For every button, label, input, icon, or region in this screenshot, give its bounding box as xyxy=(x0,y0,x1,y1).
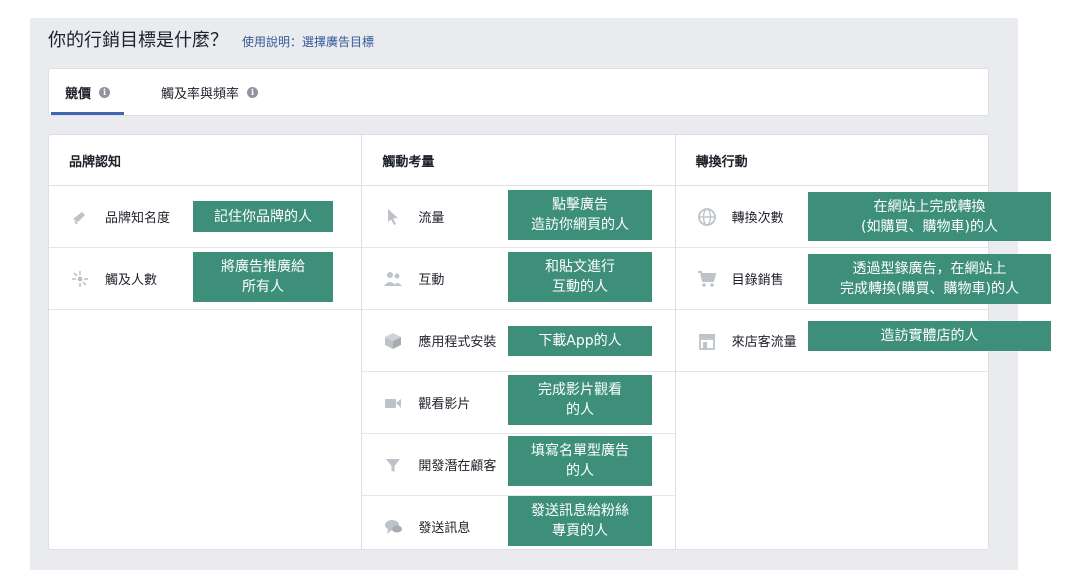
objective-label: 開發潛在顧客 xyxy=(418,459,497,474)
objective-label: 來店客流量 xyxy=(731,335,797,350)
column-awareness: 品牌認知 品牌知名度 觸及人數 xyxy=(49,135,362,549)
annotation-text: 和貼文進行 互動的人 xyxy=(545,259,615,295)
page-title: 你的行銷目標是什麼？ xyxy=(48,30,228,51)
objective-label: 流量 xyxy=(418,211,445,226)
store-icon xyxy=(696,330,718,352)
annotation-text: 將廣告推廣給 所有人 xyxy=(221,259,305,295)
annotation-text: 發送訊息給粉絲 專頁的人 xyxy=(531,503,629,539)
annotation-catalog-sales: 透過型錄廣告，在網站上 完成轉換(購買、購物車)的人 xyxy=(808,254,1051,304)
cart-icon xyxy=(696,268,718,290)
objective-label: 目錄銷售 xyxy=(731,273,784,288)
info-icon[interactable]: i xyxy=(247,86,259,98)
annotation-engagement: 和貼文進行 互動的人 xyxy=(508,252,652,302)
info-icon[interactable]: i xyxy=(99,86,111,98)
annotation-text: 在網站上完成轉換 (如購買、購物車)的人 xyxy=(861,198,998,235)
column-title: 觸動考量 xyxy=(362,135,675,186)
annotation-reach: 將廣告推廣給 所有人 xyxy=(193,252,333,302)
annotation-text: 完成影片觀看 的人 xyxy=(538,382,622,418)
tab-auction[interactable]: 競價 i xyxy=(50,69,125,115)
header: 你的行銷目標是什麼？ 使用說明：選擇廣告目標 xyxy=(48,26,374,52)
annotation-messages: 發送訊息給粉絲 專頁的人 xyxy=(508,496,652,546)
annotation-lead-generation: 填寫名單型廣告 的人 xyxy=(508,436,652,486)
video-icon xyxy=(382,392,404,414)
objective-label: 品牌知名度 xyxy=(105,211,171,226)
annotation-conversions: 在網站上完成轉換 (如購買、購物車)的人 xyxy=(808,192,1051,241)
tab-reach-frequency-label: 觸及率與頻率 xyxy=(161,86,240,102)
chat-icon xyxy=(382,516,404,538)
globe-icon xyxy=(696,206,718,228)
objective-label: 發送訊息 xyxy=(418,521,471,536)
reach-icon xyxy=(69,268,91,290)
annotation-text: 點擊廣告 造訪你網頁的人 xyxy=(531,197,629,233)
funnel-icon xyxy=(382,454,404,476)
megaphone-icon xyxy=(69,206,91,228)
tab-auction-label: 競價 xyxy=(65,86,92,102)
annotation-video-views: 完成影片觀看 的人 xyxy=(508,375,652,425)
annotation-store-traffic: 造訪實體店的人 xyxy=(808,321,1051,351)
people-icon xyxy=(382,268,404,290)
objective-label: 互動 xyxy=(418,273,445,288)
annotation-brand-awareness: 記住你品牌的人 xyxy=(193,201,333,232)
column-title: 品牌認知 xyxy=(49,135,362,186)
annotation-traffic: 點擊廣告 造訪你網頁的人 xyxy=(508,190,652,240)
tab-bar: 競價 i 觸及率與頻率 i xyxy=(48,68,989,116)
tab-reach-frequency[interactable]: 觸及率與頻率 i xyxy=(161,69,259,115)
objective-label: 應用程式安裝 xyxy=(418,335,497,350)
annotation-text: 填寫名單型廣告 的人 xyxy=(531,443,629,479)
annotation-text: 造訪實體店的人 xyxy=(880,328,979,344)
objective-label: 觀看影片 xyxy=(418,397,471,412)
annotation-text: 記住你品牌的人 xyxy=(214,208,312,225)
annotation-text: 下載App的人 xyxy=(538,333,622,349)
objective-label: 轉換次數 xyxy=(731,211,784,226)
box-icon xyxy=(382,330,404,352)
annotation-text: 透過型錄廣告，在網站上 完成轉換(購買、購物車)的人 xyxy=(840,261,1019,297)
column-title: 轉換行動 xyxy=(675,135,988,186)
cursor-icon xyxy=(382,206,404,228)
annotation-app-installs: 下載App的人 xyxy=(508,326,652,356)
help-link[interactable]: 使用說明：選擇廣告目標 xyxy=(242,33,374,50)
objective-label: 觸及人數 xyxy=(105,273,158,288)
